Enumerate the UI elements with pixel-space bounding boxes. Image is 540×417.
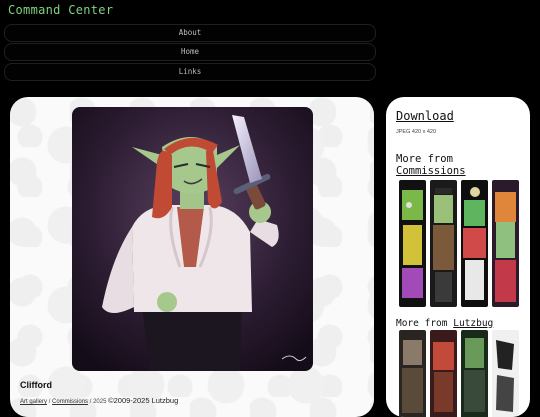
breadcrumb-art-gallery[interactable]: Art gallery	[20, 399, 47, 405]
thumbnail-image	[461, 330, 488, 417]
commissions-link[interactable]: Commissions	[396, 165, 466, 177]
thumbnail-image	[399, 180, 426, 307]
more-from-commissions-heading: More from Commissions	[396, 153, 526, 177]
breadcrumb-commissions[interactable]: Commissions	[52, 399, 88, 405]
download-link[interactable]: Download	[396, 109, 454, 123]
thumbnail-image	[399, 330, 426, 417]
thumbnail-commission-2[interactable]	[430, 180, 457, 307]
download-file-info: JPEG 420 x 420	[396, 129, 437, 135]
thumbnail-image	[461, 180, 488, 307]
breadcrumb-year: 2025	[93, 399, 107, 405]
thumbnail-commission-1[interactable]	[399, 180, 426, 307]
copyright-text: ©2009-2025 Lutzbug	[108, 396, 179, 405]
artwork-title: Clifford	[20, 380, 52, 390]
breadcrumb-separator: /	[89, 399, 92, 405]
thumbnail-image	[492, 330, 519, 417]
more-from-lutzbug-heading: More from Lutzbug	[396, 318, 493, 329]
nav-home[interactable]: Home	[4, 43, 376, 61]
breadcrumb: Art gallery / Commissions / 2025 ©2009-2…	[20, 396, 178, 405]
more-from-label: More from	[396, 153, 453, 165]
lutzbug-link[interactable]: Lutzbug	[453, 318, 493, 329]
thumbnail-lutzbug-3[interactable]	[461, 330, 488, 417]
breadcrumb-separator: /	[48, 399, 51, 405]
artwork-image[interactable]	[72, 107, 313, 371]
sidebar-panel: Download JPEG 420 x 420 More from Commis…	[386, 97, 530, 417]
thumbnail-commission-3[interactable]	[461, 180, 488, 307]
thumbnail-lutzbug-1[interactable]	[399, 330, 426, 417]
artwork-illustration	[72, 107, 313, 371]
site-title: Command Center	[8, 3, 114, 17]
more-from-label: More from	[396, 318, 448, 329]
nav-links[interactable]: Links	[4, 63, 376, 81]
thumbnail-commission-4[interactable]	[492, 180, 519, 307]
thumbnail-lutzbug-4[interactable]	[492, 330, 519, 417]
thumbnail-lutzbug-2[interactable]	[430, 330, 457, 417]
artwork-panel: Clifford Art gallery / Commissions / 202…	[10, 97, 374, 417]
thumbnail-image	[430, 330, 457, 417]
nav-about[interactable]: About	[4, 24, 376, 42]
thumbnail-image	[492, 180, 519, 307]
thumbnail-image	[430, 180, 457, 307]
